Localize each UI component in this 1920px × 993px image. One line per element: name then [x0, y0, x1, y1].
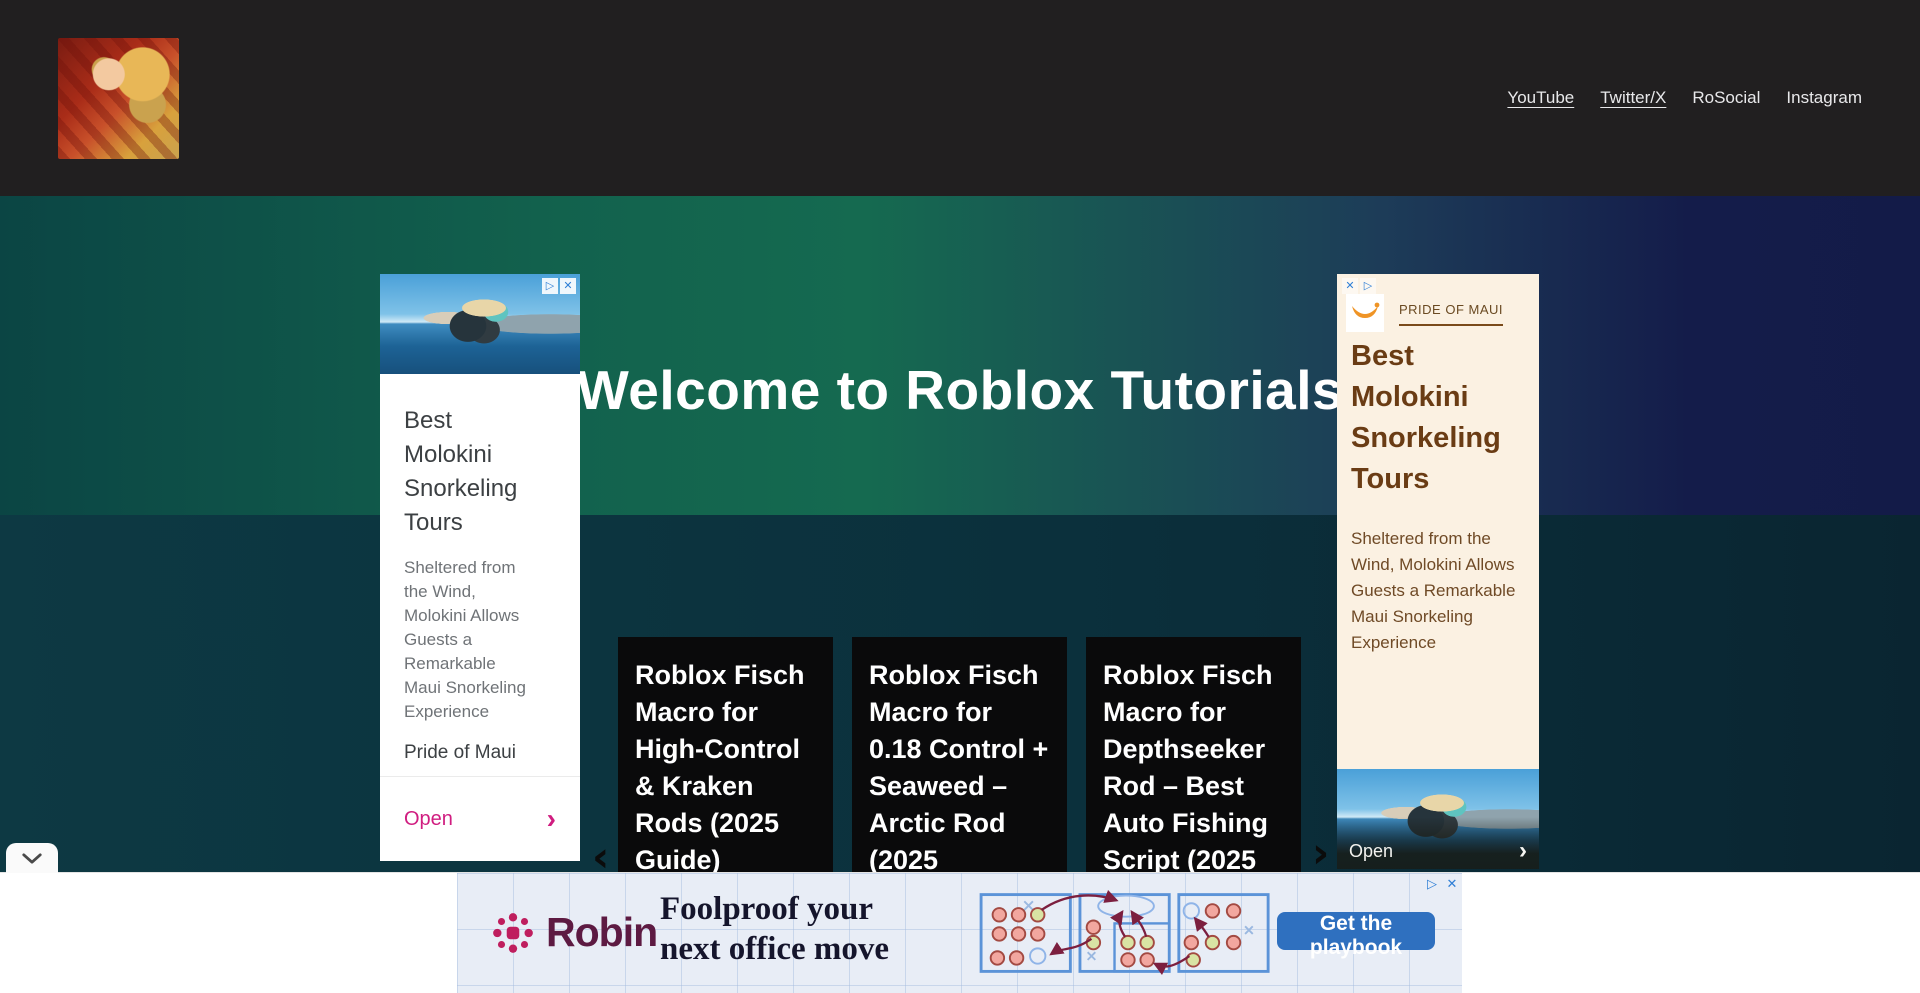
robin-wordmark: Robin [546, 909, 657, 956]
ad-open-label[interactable]: Open [1349, 841, 1393, 862]
nav-link-rosocial[interactable]: RoSocial [1692, 88, 1760, 108]
close-ad-icon[interactable]: ✕ [560, 278, 576, 294]
adchoices-icon[interactable]: ▷ [1360, 278, 1376, 294]
ad-open-label[interactable]: Open [404, 808, 453, 831]
robin-banner-ad[interactable]: Robin Foolproof your next office move [457, 873, 1462, 993]
banner-headline: Foolproof your next office move [660, 889, 889, 969]
chevron-right-icon: › [1519, 839, 1527, 863]
carousel-next-button[interactable]: › [1312, 832, 1329, 874]
site-logo-image[interactable] [58, 38, 179, 159]
article-title[interactable]: Roblox Fisch Macro for 0.18 Control + Se… [869, 657, 1050, 879]
ad-advertiser-name: Pride of Maui [404, 742, 556, 764]
robin-dots-icon [490, 910, 536, 956]
collapse-ad-button[interactable] [6, 843, 58, 873]
right-display-ad[interactable]: ✕ ▷ PRIDE OF MAUI Best Molokini Snorkeli… [1337, 274, 1539, 869]
hero-gradient-band [0, 196, 1920, 515]
ad-open-button[interactable]: Open › [380, 777, 580, 861]
ad-headline: Best Molokini Snorkeling Tours [1351, 336, 1527, 500]
page-title: Welcome to Roblox Tutorials [0, 358, 1920, 422]
nav-link-youtube[interactable]: YouTube [1507, 88, 1574, 108]
ad-open-button[interactable]: Open › [1337, 833, 1539, 869]
nav-link-instagram[interactable]: Instagram [1786, 88, 1862, 108]
page: YouTube Twitter/X RoSocial Instagram Wel… [0, 0, 1920, 993]
article-title[interactable]: Roblox Fisch Macro for Depthseeker Rod –… [1103, 657, 1284, 879]
ad-body-text: Sheltered from the Wind, Molokini Allows… [404, 556, 536, 724]
adchoices-icon[interactable]: ▷ [542, 278, 558, 294]
playbook-diagram [977, 885, 1277, 981]
nav-link-twitter-x[interactable]: Twitter/X [1600, 88, 1666, 108]
ad-photo-snorkeling: ▷ ✕ [380, 274, 580, 374]
advertiser-brand-name: PRIDE OF MAUI [1399, 302, 1503, 326]
bottom-ad-strip: Robin Foolproof your next office move [0, 872, 1920, 993]
chevron-down-icon [21, 853, 43, 864]
left-display-ad[interactable]: ▷ ✕ Best Molokini Snorkeling Tours Shelt… [380, 274, 580, 861]
advertiser-brand-row: PRIDE OF MAUI [1346, 294, 1503, 332]
robin-logo: Robin [490, 909, 657, 956]
ad-body-text: Sheltered from the Wind, Molokini Allows… [1351, 526, 1529, 656]
close-ad-icon[interactable]: ✕ [1444, 875, 1460, 891]
adchoices-icon[interactable]: ▷ [1424, 875, 1440, 891]
pride-of-maui-logo-icon [1346, 294, 1384, 332]
get-playbook-button[interactable]: Get the playbook [1277, 912, 1435, 950]
chevron-right-icon: › [547, 805, 556, 833]
site-header: YouTube Twitter/X RoSocial Instagram [0, 0, 1920, 196]
ad-headline: Best Molokini Snorkeling Tours [404, 404, 544, 540]
article-title[interactable]: Roblox Fisch Macro for High-Control & Kr… [635, 657, 816, 879]
main-nav: YouTube Twitter/X RoSocial Instagram [1507, 88, 1862, 108]
close-ad-icon[interactable]: ✕ [1342, 278, 1358, 294]
